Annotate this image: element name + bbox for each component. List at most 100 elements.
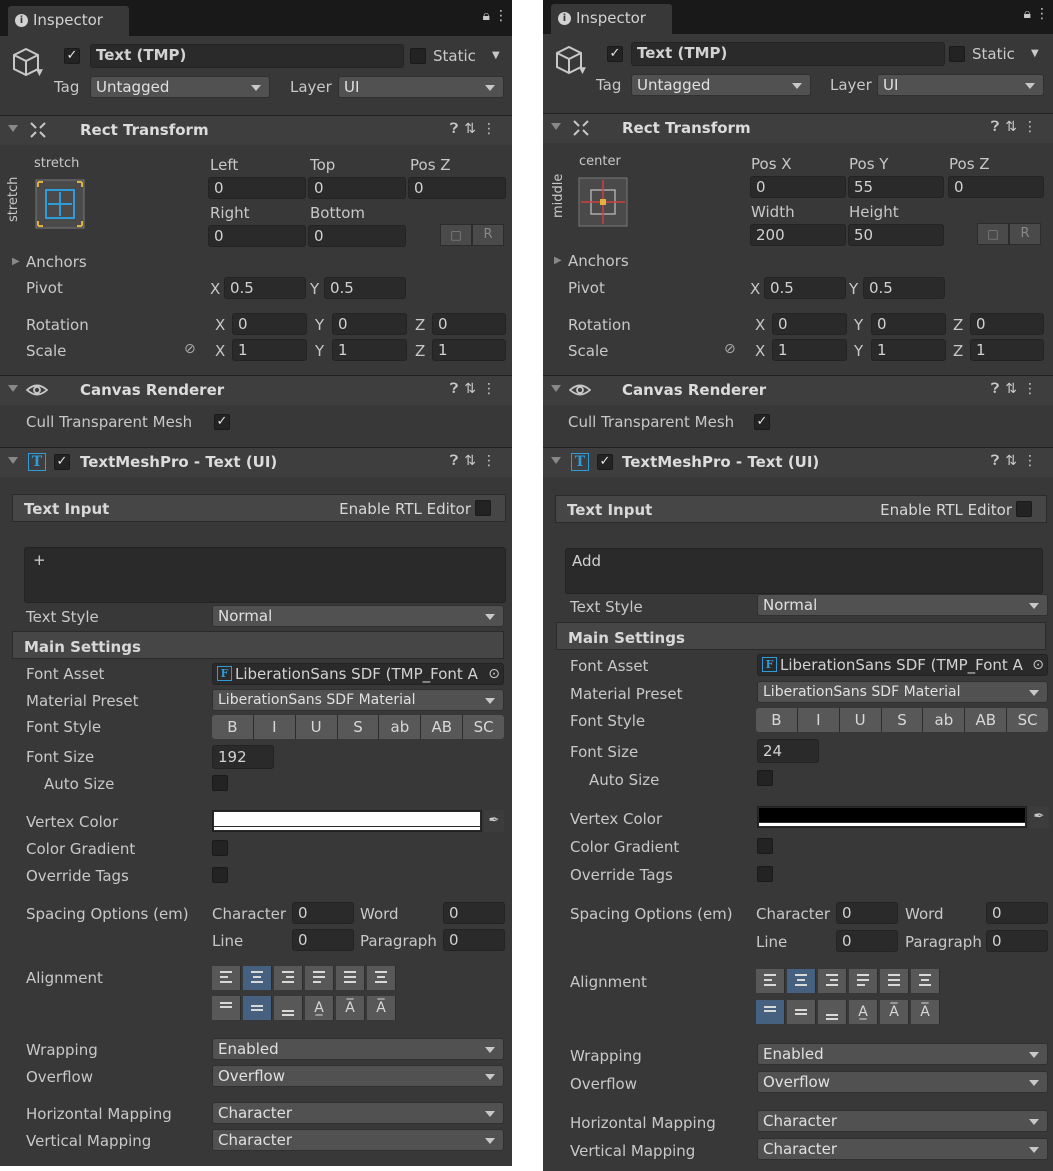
rect-field-3[interactable]: 0 [408,177,506,199]
align-justified-button[interactable] [305,966,334,990]
raw-edit-button[interactable]: R [1009,223,1041,245]
tag-dropdown[interactable]: Untagged [90,76,270,98]
static-checkbox[interactable] [949,46,965,62]
rect-transform-header[interactable]: Rect Transform ❓︎⇅⋮ [543,113,1053,143]
scale-z-field[interactable]: 1 [432,339,506,361]
auto-size-checkbox[interactable] [212,775,228,791]
horizontal-mapping-dropdown[interactable]: Character [212,1102,504,1124]
component-icons[interactable]: ❓︎⇅⋮ [991,381,1043,397]
anchors-label[interactable]: Anchors [568,252,629,270]
text-style-dropdown[interactable]: Normal [757,594,1048,616]
fold-arrow-icon[interactable] [8,457,18,464]
text-style-dropdown[interactable]: Normal [212,605,504,627]
align-midline-button[interactable]: A̅ [336,996,365,1020]
text-input-area[interactable]: + [24,547,506,603]
align-flush-button[interactable] [880,969,909,993]
component-icons[interactable]: ❓︎⇅⋮ [450,121,502,137]
rotation-z-field[interactable]: 0 [432,313,506,335]
align-left-button[interactable] [756,969,785,993]
bold-button[interactable]: B [756,708,798,732]
vertex-color-field[interactable] [212,810,482,832]
rect-field-1[interactable]: 0 [208,177,306,199]
align-center-button[interactable] [787,969,816,993]
pivot-y-field[interactable]: 0.5 [324,277,406,299]
align-justified-button[interactable] [849,969,878,993]
font-asset-field[interactable]: F LiberationSans SDF (TMP_Font A ⊙ [757,654,1048,676]
align-left-button[interactable] [212,966,241,990]
rotation-y-field[interactable]: 0 [871,313,946,335]
pivot-y-field[interactable]: 0.5 [863,277,945,299]
overflow-dropdown[interactable]: Overflow [212,1065,504,1087]
rect-field-5[interactable]: 0 [308,225,406,247]
static-checkbox[interactable] [410,48,426,64]
align-bottom-button[interactable] [818,1000,847,1024]
anchors-label[interactable]: Anchors [26,253,87,271]
pivot-x-field[interactable]: 0.5 [764,277,846,299]
raw-edit-button[interactable]: R [472,224,504,246]
kebab-menu-icon[interactable]: ⋮ [1035,6,1049,22]
font-size-field[interactable]: 192 [212,745,274,769]
cull-transparent-mesh-checkbox[interactable]: ✓ [214,414,230,430]
vertical-mapping-dropdown[interactable]: Character [212,1129,504,1151]
line-spacing-field[interactable]: 0 [836,930,898,952]
uppercase-button[interactable]: AB [421,715,464,739]
scale-z-field[interactable]: 1 [970,339,1044,361]
rtl-checkbox[interactable] [1016,501,1032,517]
pivot-x-field[interactable]: 0.5 [224,277,306,299]
fold-arrow-icon[interactable] [551,385,561,392]
rect-field-3[interactable]: 0 [948,176,1044,198]
active-checkbox[interactable]: ✓ [64,48,80,64]
font-asset-field[interactable]: F LiberationSans SDF (TMP_Font A ⊙ [212,663,504,685]
lowercase-button[interactable]: ab [379,715,422,739]
text-input-area[interactable]: Add [565,548,1043,594]
anchor-preset-icon[interactable] [34,178,86,230]
rtl-checkbox[interactable] [475,500,491,516]
auto-size-checkbox[interactable] [757,770,773,786]
canvas-renderer-header[interactable]: Canvas Renderer ❓︎⇅⋮ [0,375,512,405]
layer-dropdown[interactable]: UI [338,76,504,98]
fold-arrow-icon[interactable] [8,385,18,392]
align-right-button[interactable] [274,966,303,990]
tag-dropdown[interactable]: Untagged [631,74,811,96]
lowercase-button[interactable]: ab [923,708,966,732]
constrain-proportions-icon[interactable]: ⊘ [184,341,196,357]
anchors-fold-icon[interactable]: ▶ [554,255,562,266]
tab-inspector[interactable]: i Inspector [8,6,129,36]
align-center-button[interactable] [243,966,272,990]
scale-x-field[interactable]: 1 [232,339,307,361]
horizontal-mapping-dropdown[interactable]: Character [757,1110,1048,1132]
component-enabled-checkbox[interactable]: ✓ [54,454,70,470]
static-dropdown-arrow[interactable]: ▼ [1031,48,1039,59]
align-baseline-button[interactable]: A̲ [305,996,334,1020]
fold-arrow-icon[interactable] [8,125,18,132]
align-midline-button[interactable]: A̅ [880,1000,909,1024]
underline-button[interactable]: U [839,708,882,732]
rect-field-4[interactable]: 200 [750,224,846,246]
scale-y-field[interactable]: 1 [332,339,407,361]
lock-icon[interactable]: 🔒︎ [483,8,490,24]
object-picker-icon[interactable]: ⊙ [488,664,500,684]
rotation-z-field[interactable]: 0 [970,313,1044,335]
anchor-preset-icon[interactable] [577,176,629,228]
textmeshpro-header[interactable]: T ✓ TextMeshPro - Text (UI) ❓︎⇅⋮ [543,447,1053,477]
material-preset-dropdown[interactable]: LiberationSans SDF Material [757,681,1048,703]
align-baseline-button[interactable]: A̲ [849,1000,878,1024]
layer-dropdown[interactable]: UI [877,74,1044,96]
fold-arrow-icon[interactable] [551,457,561,464]
strikethrough-button[interactable]: S [881,708,924,732]
character-spacing-field[interactable]: 0 [292,902,354,924]
rect-transform-header[interactable]: Rect Transform ❓︎⇅⋮ [0,115,512,145]
rotation-x-field[interactable]: 0 [232,313,307,335]
icon-dropdown-arrow[interactable]: ▼ [36,68,43,78]
constrain-proportions-icon[interactable]: ⊘ [724,341,736,357]
align-middle-button[interactable] [243,996,272,1020]
override-tags-checkbox[interactable] [757,866,773,882]
cull-transparent-mesh-checkbox[interactable]: ✓ [754,414,770,430]
align-bottom-button[interactable] [274,996,303,1020]
rect-field-2[interactable]: 0 [308,177,406,199]
vertex-color-field[interactable] [757,806,1027,828]
italic-button[interactable]: I [797,708,840,732]
strikethrough-button[interactable]: S [337,715,380,739]
material-preset-dropdown[interactable]: LiberationSans SDF Material [212,689,504,711]
icon-dropdown-arrow[interactable]: ▼ [579,66,586,76]
